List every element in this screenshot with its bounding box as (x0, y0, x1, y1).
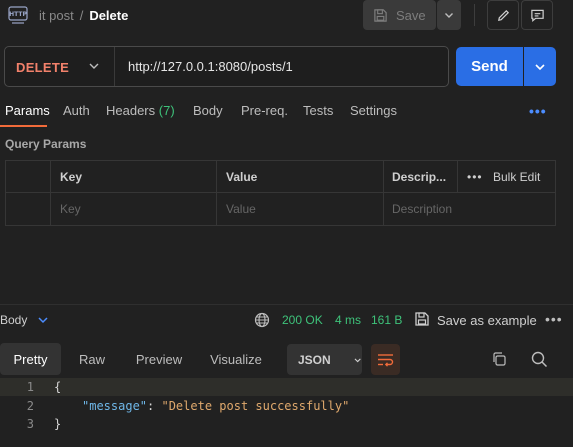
line-number: 3 (26, 417, 34, 431)
url-divider (114, 47, 115, 86)
edit-button[interactable] (487, 0, 519, 30)
code-line: 3 } (0, 415, 573, 433)
format-select[interactable]: JSON (287, 344, 362, 375)
tab-auth[interactable]: Auth (47, 101, 90, 127)
value-input[interactable]: Value (226, 202, 256, 216)
wrap-lines-button[interactable] (371, 344, 400, 375)
code-line: 1 { (0, 378, 573, 396)
response-body-code[interactable]: 1 { 2 "message": "Delete post successful… (0, 378, 573, 447)
chevron-down-icon (354, 357, 361, 362)
send-options-button[interactable] (524, 47, 556, 86)
json-key: "message" (82, 399, 148, 413)
save-icon (415, 312, 429, 326)
tab-label: Settings (350, 103, 397, 118)
tab-label: Pre-req. (241, 103, 288, 118)
column-divider (457, 161, 458, 193)
tab-label: Tests (303, 103, 334, 118)
line-number: 1 (26, 380, 34, 394)
status-badge[interactable]: 200 OK (282, 313, 323, 327)
tab-preview[interactable]: Preview (123, 343, 195, 375)
tab-visualize[interactable]: Visualize (195, 343, 277, 375)
chevron-down-icon[interactable] (86, 58, 102, 74)
http-icon: HTTP (8, 6, 28, 24)
url-input[interactable]: http://127.0.0.1:8080/posts/1 (128, 59, 293, 74)
save-icon (374, 8, 387, 22)
format-label: JSON (298, 352, 331, 367)
tab-params[interactable]: Params (0, 101, 50, 127)
search-icon[interactable] (531, 351, 548, 368)
query-params-table: Key Value Descrip... ••• Bulk Edit Key V… (5, 160, 556, 226)
code-text: } (54, 417, 62, 431)
pencil-icon (497, 9, 509, 21)
svg-text:HTTP: HTTP (9, 11, 27, 18)
headers-count-badge: (7) (158, 103, 175, 118)
tab-raw[interactable]: Raw (61, 343, 123, 375)
response-more-button[interactable]: ••• (545, 311, 563, 327)
column-divider (383, 161, 384, 225)
key-input[interactable]: Key (60, 202, 81, 216)
breadcrumb-parent[interactable]: it post (39, 8, 74, 23)
description-input[interactable]: Description (392, 202, 452, 216)
tab-tests[interactable]: Tests (290, 101, 337, 127)
top-bar: HTTP it post / Delete Save (0, 0, 573, 34)
tab-pre-request[interactable]: Pre-req. (227, 101, 290, 127)
tab-label: Headers (106, 103, 156, 118)
column-header-value: Value (226, 170, 258, 184)
response-size[interactable]: 161 B (371, 313, 402, 327)
send-button[interactable]: Send (456, 47, 523, 86)
breadcrumb-separator: / (79, 8, 84, 23)
save-as-example-button[interactable]: Save as example (437, 313, 537, 328)
line-number: 2 (26, 399, 34, 413)
save-options-button[interactable] (437, 0, 461, 30)
tab-headers[interactable]: Headers (7) (90, 101, 182, 127)
tab-pretty[interactable]: Pretty (0, 343, 61, 375)
column-divider (216, 161, 217, 225)
chevron-down-icon (445, 13, 453, 18)
more-tabs-button[interactable]: ••• (529, 103, 547, 119)
column-divider (50, 161, 51, 225)
request-tabs: Params Auth Headers (7) Body Pre-req. Te… (0, 101, 407, 131)
response-time[interactable]: 4 ms (335, 313, 361, 327)
response-body-label[interactable]: Body (0, 313, 27, 327)
bulk-edit-options-icon[interactable]: ••• (467, 170, 483, 184)
tab-label: Params (5, 103, 50, 118)
code-line: 2 "message": "Delete post successfully" (0, 397, 573, 415)
chevron-down-icon (535, 63, 545, 70)
comment-icon (530, 9, 544, 22)
tab-body[interactable]: Body (182, 101, 227, 127)
json-colon: : (147, 399, 162, 413)
bulk-edit-button[interactable]: Bulk Edit (493, 170, 540, 184)
json-string-value: "Delete post successfully" (161, 399, 350, 413)
wrap-lines-icon (378, 353, 394, 367)
save-button[interactable]: Save (363, 0, 436, 30)
chevron-down-icon[interactable] (36, 313, 50, 327)
tab-label: Auth (63, 103, 90, 118)
code-text: { (54, 380, 62, 394)
column-header-description: Descrip... (392, 170, 447, 184)
toolbar-divider (474, 4, 475, 26)
table-row (6, 193, 555, 225)
copy-icon[interactable] (491, 351, 507, 367)
method-select[interactable]: DELETE (16, 60, 69, 75)
tab-settings[interactable]: Settings (337, 101, 407, 127)
breadcrumb-current[interactable]: Delete (89, 8, 128, 23)
response-view-tabs: Pretty Raw Preview Visualize (0, 343, 277, 375)
column-header-key: Key (60, 170, 83, 184)
tab-label: Body (193, 103, 223, 118)
breadcrumb: it post / Delete (39, 8, 128, 23)
code-text: "message": "Delete post successfully" (82, 397, 349, 415)
comments-button[interactable] (521, 0, 553, 30)
query-params-title: Query Params (5, 137, 87, 151)
globe-icon[interactable] (254, 312, 270, 328)
save-label: Save (396, 7, 426, 23)
